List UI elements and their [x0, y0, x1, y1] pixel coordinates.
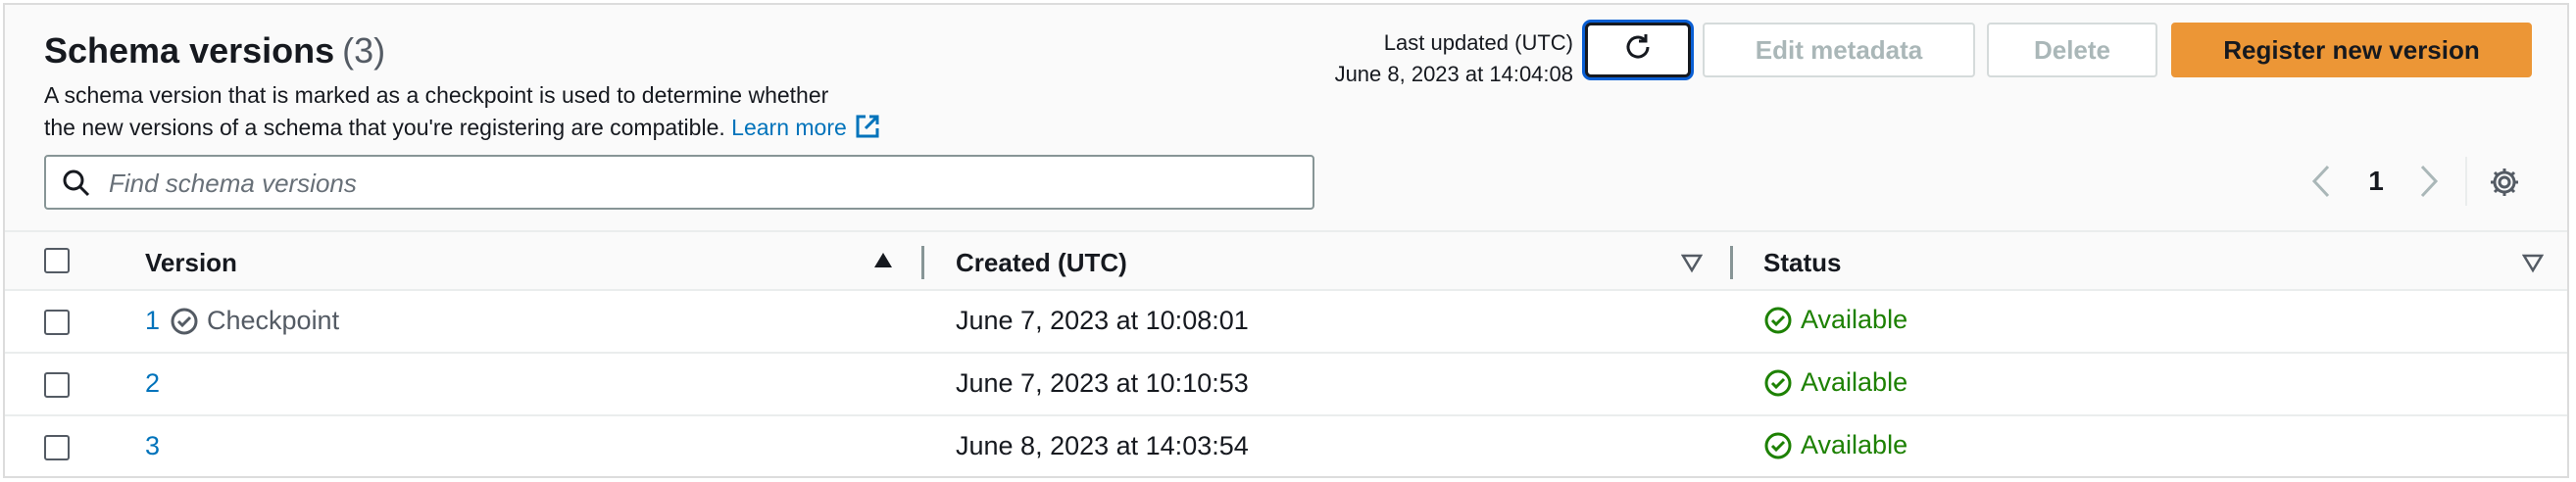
status-text: Available — [1801, 430, 1908, 459]
version-link[interactable]: 1 — [145, 306, 160, 336]
schema-versions-panel: Schema versions (3) A schema version that… — [3, 3, 2569, 478]
pager-divider — [2465, 157, 2467, 206]
column-header-status[interactable]: Status — [1763, 248, 1841, 278]
version-link[interactable]: 3 — [145, 431, 160, 461]
status-text: Available — [1801, 367, 1908, 397]
current-page[interactable]: 1 — [2361, 166, 2391, 197]
panel-description: A schema version that is marked as a che… — [44, 79, 966, 148]
row-checkbox[interactable] — [44, 435, 70, 460]
created-cell: June 8, 2023 at 14:03:54 — [956, 431, 1249, 460]
panel-header: Schema versions (3) A schema version that… — [5, 5, 2567, 230]
delete-button[interactable]: Delete — [1987, 23, 2157, 77]
description-line-2: the new versions of a schema that you're… — [44, 115, 725, 140]
column-header-version[interactable]: Version — [145, 248, 237, 278]
sort-caret-icon[interactable] — [2521, 252, 2545, 278]
search-icon — [62, 169, 91, 203]
status-success-icon — [1764, 369, 1792, 396]
gear-icon[interactable] — [2488, 166, 2521, 204]
created-cell: June 7, 2023 at 10:10:53 — [956, 368, 1249, 398]
row-checkbox[interactable] — [44, 310, 70, 335]
select-all-checkbox[interactable] — [44, 248, 70, 273]
external-link-icon[interactable] — [855, 114, 880, 148]
search-input[interactable] — [107, 165, 1287, 202]
table-header: Version Created (UTC) Status — [5, 230, 2567, 291]
status-cell: Available — [1763, 367, 1907, 398]
status-success-icon — [1764, 432, 1792, 458]
title-count: (3) — [342, 30, 386, 71]
table-row[interactable]: 1 Checkpoint June 7, 2023 at 10:08:01 Av… — [5, 291, 2567, 354]
checkpoint-label: Checkpoint — [170, 306, 339, 336]
learn-more-text[interactable]: Learn more — [731, 115, 847, 140]
created-cell: June 7, 2023 at 10:08:01 — [956, 306, 1249, 335]
page-title: Schema versions (3) — [44, 30, 385, 72]
status-cell: Available — [1763, 305, 1907, 335]
status-text: Available — [1801, 305, 1908, 334]
last-updated-value: June 8, 2023 at 14:04:08 — [1334, 62, 1573, 86]
search-field[interactable] — [44, 155, 1314, 210]
last-updated-label: Last updated (UTC) — [1383, 30, 1573, 55]
checkpoint-text: Checkpoint — [207, 306, 340, 335]
version-link[interactable]: 2 — [145, 368, 160, 399]
title-text: Schema versions — [44, 30, 335, 71]
chevron-left-icon[interactable] — [2308, 164, 2334, 204]
table-row[interactable]: 2 June 7, 2023 at 10:10:53 Available — [5, 354, 2567, 416]
learn-more-link[interactable]: Learn more — [731, 115, 880, 140]
status-cell: Available — [1763, 430, 1907, 460]
sort-ascending-icon[interactable] — [872, 250, 894, 276]
column-divider[interactable] — [1730, 246, 1733, 279]
row-checkbox[interactable] — [44, 372, 70, 398]
check-circle-icon — [171, 308, 198, 334]
status-success-icon — [1764, 307, 1792, 333]
edit-metadata-button[interactable]: Edit metadata — [1703, 23, 1975, 77]
chevron-right-icon[interactable] — [2416, 164, 2442, 204]
description-line-1: A schema version that is marked as a che… — [44, 82, 829, 108]
table-row[interactable]: 3 June 8, 2023 at 14:03:54 Available — [5, 416, 2567, 479]
refresh-button[interactable] — [1585, 23, 1691, 77]
column-header-created[interactable]: Created (UTC) — [956, 248, 1127, 278]
sort-caret-icon[interactable] — [1680, 252, 1704, 278]
refresh-icon — [1621, 30, 1655, 71]
column-divider[interactable] — [921, 246, 924, 279]
register-new-version-button[interactable]: Register new version — [2171, 23, 2532, 77]
last-updated: Last updated (UTC) June 8, 2023 at 14:04… — [1181, 27, 1573, 90]
